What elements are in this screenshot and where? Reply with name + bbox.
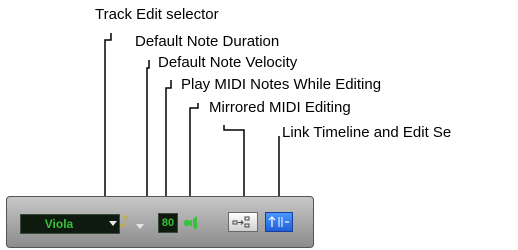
- callout-mirrored-midi-editing: Mirrored MIDI Editing: [209, 99, 351, 116]
- note-duration-dropdown-icon[interactable]: [136, 224, 144, 229]
- mirrored-midi-icon: [232, 216, 250, 228]
- callout-track-edit-selector: Track Edit selector: [95, 6, 219, 23]
- link-timeline-edit-icon: [268, 216, 289, 227]
- default-note-velocity-field[interactable]: 80: [158, 213, 178, 233]
- leader-track-edit-selector: [104, 33, 112, 210]
- leader-default-note-duration: [146, 60, 150, 210]
- track-name: Viola: [44, 217, 74, 231]
- mirrored-midi-editing-button[interactable]: [228, 212, 258, 232]
- callout-default-note-duration: Default Note Duration: [135, 33, 280, 50]
- callout-default-note-velocity: Default Note Velocity: [158, 54, 298, 71]
- callout-play-midi-notes: Play MIDI Notes While Editing: [181, 76, 382, 93]
- play-midi-notes-speaker-icon[interactable]: [183, 214, 199, 232]
- eighth-note-icon[interactable]: ♪: [116, 211, 132, 233]
- leader-default-note-velocity: [165, 80, 172, 210]
- leader-play-midi-notes: [189, 103, 199, 210]
- callout-link-timeline: Link Timeline and Edit Se: [282, 124, 452, 141]
- track-edit-selector[interactable]: Viola: [20, 214, 120, 234]
- link-timeline-edit-selection-button[interactable]: [265, 212, 293, 232]
